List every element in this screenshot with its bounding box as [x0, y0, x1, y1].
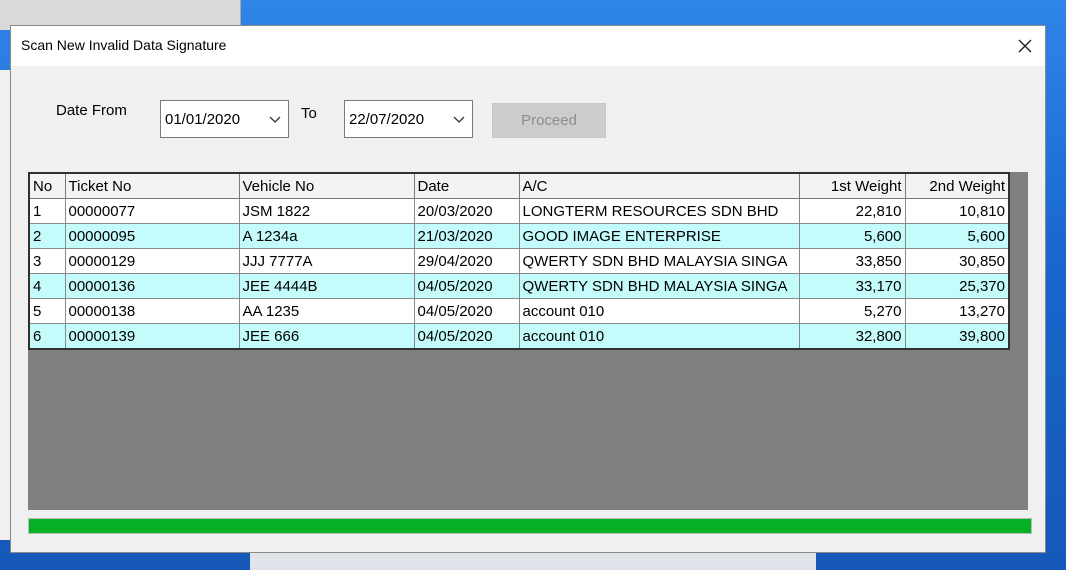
- table-cell[interactable]: JEE 666: [238, 323, 415, 350]
- table-cell[interactable]: 22,810: [798, 198, 906, 224]
- close-icon: [1018, 39, 1032, 53]
- table-cell[interactable]: 1: [28, 198, 66, 224]
- date-to-picker[interactable]: 22/07/2020: [344, 100, 473, 138]
- date-from-label: Date From: [56, 102, 127, 119]
- table-cell[interactable]: 5,270: [798, 298, 906, 324]
- table-cell[interactable]: 04/05/2020: [413, 273, 520, 299]
- table-cell[interactable]: 5,600: [904, 223, 1010, 249]
- table-row[interactable]: 3 00000129 JJJ 7777A 29/04/2020 QWERTY SDN B…: [28, 248, 1010, 274]
- table-cell[interactable]: 2: [28, 223, 66, 249]
- table-cell[interactable]: 39,800: [904, 323, 1010, 350]
- table-row[interactable]: 6 00000139 JEE 666 04/05/2020 account 010 32,…: [28, 323, 1010, 350]
- column-header[interactable]: A/C: [518, 172, 800, 199]
- table-cell[interactable]: QWERTY SDN BHD MALAYSIA SINGA: [518, 248, 800, 274]
- data-grid[interactable]: No Ticket No Vehicle No Date A/C 1st Weight 2n…: [28, 172, 1028, 510]
- date-from-picker[interactable]: 01/01/2020: [160, 100, 289, 138]
- table-row[interactable]: 1 00000077 JSM 1822 20/03/2020 LONGTERM RESO…: [28, 198, 1010, 224]
- table-cell[interactable]: 5,600: [798, 223, 906, 249]
- table-cell[interactable]: 00000136: [64, 273, 240, 299]
- table-cell[interactable]: 00000095: [64, 223, 240, 249]
- table-cell[interactable]: 13,270: [904, 298, 1010, 324]
- table-cell[interactable]: JEE 4444B: [238, 273, 415, 299]
- table-cell[interactable]: 3: [28, 248, 66, 274]
- dialog-title: Scan New Invalid Data Signature: [21, 37, 227, 53]
- table-cell[interactable]: JJJ 7777A: [238, 248, 415, 274]
- chevron-down-icon: [453, 116, 465, 123]
- table-cell[interactable]: 10,810: [904, 198, 1010, 224]
- scan-dialog: Scan New Invalid Data Signature Date Fro…: [10, 25, 1046, 553]
- table-row[interactable]: 5 00000138 AA 1235 04/05/2020 account 010 5,2…: [28, 298, 1010, 324]
- table-row[interactable]: 2 00000095 A 1234a 21/03/2020 GOOD IMAGE ENT…: [28, 223, 1010, 249]
- progress-fill: [29, 519, 1031, 533]
- table-cell[interactable]: 29/04/2020: [413, 248, 520, 274]
- results-table: No Ticket No Vehicle No Date A/C 1st Weight 2n…: [28, 172, 1010, 350]
- table-cell[interactable]: A 1234a: [238, 223, 415, 249]
- table-cell[interactable]: 4: [28, 273, 66, 299]
- table-cell[interactable]: 21/03/2020: [413, 223, 520, 249]
- close-button[interactable]: [1009, 30, 1041, 62]
- table-cell[interactable]: 00000129: [64, 248, 240, 274]
- table-cell[interactable]: 04/05/2020: [413, 298, 520, 324]
- title-bar: Scan New Invalid Data Signature: [11, 26, 1045, 66]
- column-header[interactable]: 1st Weight: [798, 172, 906, 199]
- column-header[interactable]: 2nd Weight: [904, 172, 1010, 199]
- table-cell[interactable]: 6: [28, 323, 66, 350]
- chevron-down-icon: [269, 116, 281, 123]
- table-cell[interactable]: QWERTY SDN BHD MALAYSIA SINGA: [518, 273, 800, 299]
- table-cell[interactable]: JSM 1822: [238, 198, 415, 224]
- table-cell[interactable]: LONGTERM RESOURCES SDN BHD: [518, 198, 800, 224]
- date-to-value: 22/07/2020: [349, 110, 425, 128]
- table-cell[interactable]: account 010: [518, 298, 800, 324]
- background-window-bottom: [250, 553, 816, 570]
- table-cell[interactable]: 33,850: [798, 248, 906, 274]
- table-header-row: No Ticket No Vehicle No Date A/C 1st Weight 2n…: [28, 172, 1010, 199]
- table-cell[interactable]: AA 1235: [238, 298, 415, 324]
- table-cell[interactable]: 00000077: [64, 198, 240, 224]
- column-header[interactable]: No: [28, 172, 66, 199]
- to-label: To: [301, 105, 317, 122]
- column-header[interactable]: Vehicle No: [238, 172, 415, 199]
- proceed-button[interactable]: Proceed: [492, 103, 606, 138]
- table-cell[interactable]: 20/03/2020: [413, 198, 520, 224]
- table-row[interactable]: 4 00000136 JEE 4444B 04/05/2020 QWERTY SDN B…: [28, 273, 1010, 299]
- column-header[interactable]: Ticket No: [64, 172, 240, 199]
- table-cell[interactable]: 04/05/2020: [413, 323, 520, 350]
- table-cell[interactable]: 33,170: [798, 273, 906, 299]
- table-cell[interactable]: 5: [28, 298, 66, 324]
- table-cell[interactable]: 32,800: [798, 323, 906, 350]
- table-cell[interactable]: 00000138: [64, 298, 240, 324]
- table-cell[interactable]: 25,370: [904, 273, 1010, 299]
- column-header[interactable]: Date: [413, 172, 520, 199]
- table-cell[interactable]: GOOD IMAGE ENTERPRISE: [518, 223, 800, 249]
- date-from-value: 01/01/2020: [165, 110, 241, 128]
- progress-bar: [28, 518, 1032, 534]
- table-cell[interactable]: 30,850: [904, 248, 1010, 274]
- table-cell[interactable]: account 010: [518, 323, 800, 350]
- table-cell[interactable]: 00000139: [64, 323, 240, 350]
